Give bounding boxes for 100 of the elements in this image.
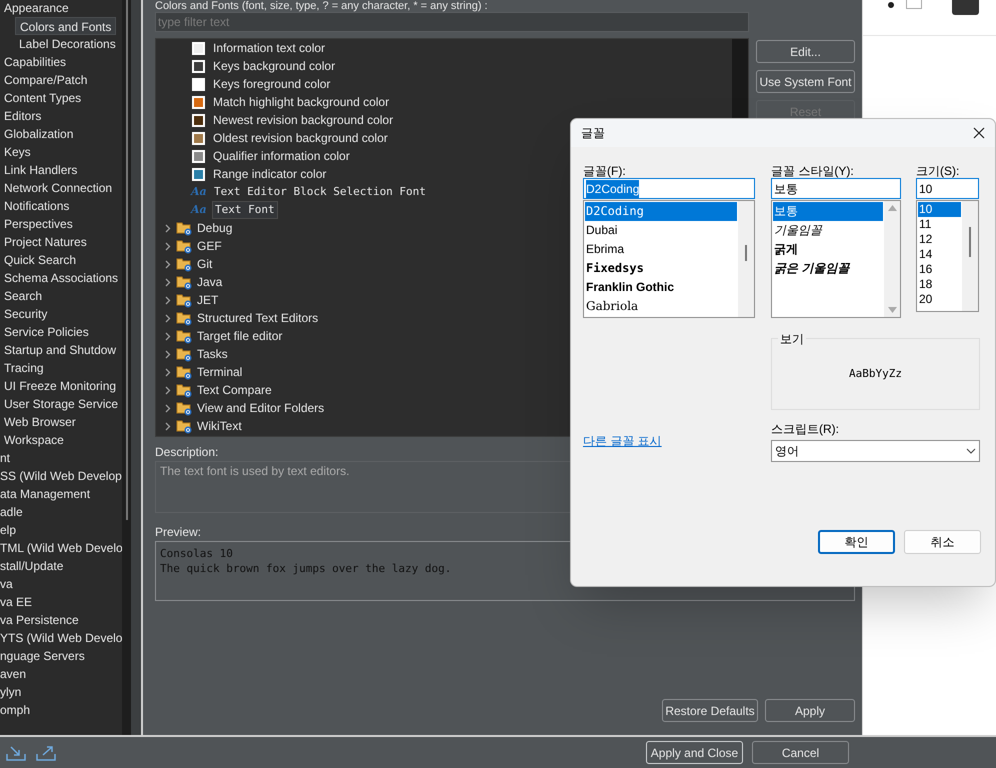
sidebar-item[interactable]: Keys — [0, 143, 122, 161]
sidebar-item[interactable]: Globalization — [0, 125, 122, 143]
list-item[interactable]: D2Coding — [585, 202, 737, 221]
close-icon[interactable] — [973, 127, 985, 139]
filter-field[interactable]: type filter text — [155, 12, 749, 32]
chevron-icon[interactable] — [165, 386, 171, 394]
sidebar-item[interactable]: nguage Servers — [0, 647, 122, 665]
list-item[interactable]: 12 — [918, 232, 961, 247]
sidebar-item[interactable]: ylyn — [0, 683, 122, 701]
tree-item[interactable]: Text Editor Block Selection Font — [212, 184, 428, 200]
size-field[interactable]: 10 — [916, 178, 979, 199]
button[interactable]: Apply and Close — [646, 741, 743, 764]
sidebar-item[interactable]: Search — [0, 287, 122, 305]
button[interactable]: Apply — [765, 699, 855, 722]
tree-item[interactable]: Keys background color — [212, 57, 336, 75]
list-item[interactable]: 보통 — [773, 202, 883, 221]
list-item[interactable]: Gabriola — [585, 297, 737, 316]
button[interactable]: Use System Font — [756, 70, 855, 93]
font-field[interactable]: D2Coding — [583, 178, 755, 199]
tree-item[interactable]: Information text color — [212, 39, 326, 57]
sidebar-item[interactable]: Project Natures — [0, 233, 122, 251]
chevron-icon[interactable] — [165, 368, 171, 376]
list-item[interactable]: 16 — [918, 262, 961, 277]
list-item[interactable]: 20 — [918, 292, 961, 307]
sidebar-item[interactable]: stall/Update — [0, 557, 122, 575]
script-select[interactable]: 영어 — [771, 440, 980, 462]
list-item[interactable]: Ebrima — [585, 240, 737, 259]
sidebar-item[interactable]: elp — [0, 521, 122, 539]
list-item[interactable]: 굵은 기울임꼴 — [773, 259, 883, 278]
sidebar-item[interactable]: Perspectives — [0, 215, 122, 233]
tree-item[interactable]: Keys foreground color — [212, 75, 332, 93]
sidebar-item[interactable]: omph — [0, 701, 122, 719]
sidebar-item[interactable]: Appearance — [0, 0, 122, 17]
sash[interactable] — [131, 0, 143, 735]
tree-item[interactable]: Structured Text Editors — [196, 309, 320, 327]
chevron-icon[interactable] — [165, 350, 171, 358]
sidebar-item[interactable]: va Persistence — [0, 611, 122, 629]
sidebar-item[interactable]: TML (Wild Web Develo — [0, 539, 122, 557]
sidebar-item[interactable]: Workspace — [0, 431, 122, 449]
sidebar-item[interactable]: UI Freeze Monitoring — [0, 377, 122, 395]
chevron-icon[interactable] — [165, 422, 171, 430]
scrollbar[interactable] — [126, 0, 128, 520]
tree-item[interactable]: Git — [196, 255, 214, 273]
button[interactable]: Cancel — [752, 741, 849, 764]
sidebar-item[interactable]: Label Decorations — [15, 35, 122, 53]
tree-item[interactable]: Target file editor — [196, 327, 284, 345]
sidebar-item[interactable]: Quick Search — [0, 251, 122, 269]
scrollbar[interactable] — [969, 227, 971, 257]
list-item[interactable]: Fixedsys — [585, 259, 737, 278]
sidebar-item[interactable]: Capabilities — [0, 53, 122, 71]
sidebar-item[interactable]: Network Connection — [0, 179, 122, 197]
chevron-icon[interactable] — [165, 224, 171, 232]
tree-item[interactable]: Debug — [196, 219, 234, 237]
tree-item[interactable]: JET — [196, 291, 220, 309]
sidebar-item[interactable]: nt — [0, 449, 122, 467]
chevron-icon[interactable] — [165, 332, 171, 340]
scrollbar[interactable] — [745, 245, 747, 261]
tree-item[interactable]: Text Compare — [196, 381, 273, 399]
sidebar-item[interactable]: adle — [0, 503, 122, 521]
chevron-icon[interactable] — [165, 260, 171, 268]
list-item[interactable]: 기울임꼴 — [773, 221, 883, 240]
sidebar-item[interactable]: Editors — [0, 107, 122, 125]
sidebar-item[interactable]: Compare/Patch — [0, 71, 122, 89]
chevron-icon[interactable] — [165, 242, 171, 250]
list-item[interactable]: 18 — [918, 277, 961, 292]
chevron-icon[interactable] — [165, 278, 171, 286]
sidebar-item[interactable]: aven — [0, 665, 122, 683]
tree-item[interactable]: WikiText — [196, 417, 243, 435]
button[interactable]: 취소 — [904, 530, 981, 554]
tree-item[interactable]: Range indicator color — [212, 165, 328, 183]
list-item[interactable]: 굵게 — [773, 240, 883, 259]
sidebar-item[interactable]: ata Management — [0, 485, 122, 503]
list-item[interactable]: Franklin Gothic — [585, 278, 737, 297]
list-item[interactable]: 11 — [918, 217, 961, 232]
sidebar-item[interactable]: YTS (Wild Web Develo — [0, 629, 122, 647]
export-icon[interactable] — [36, 744, 56, 760]
sidebar-item[interactable]: SS (Wild Web Develop — [0, 467, 122, 485]
sidebar-item[interactable]: Startup and Shutdow — [0, 341, 122, 359]
list-item[interactable]: Dubai — [585, 221, 737, 240]
sidebar-item[interactable]: Service Policies — [0, 323, 122, 341]
button[interactable]: Restore Defaults — [662, 699, 758, 722]
tree-item[interactable]: View and Editor Folders — [196, 399, 326, 417]
import-icon[interactable] — [6, 744, 26, 760]
sidebar-item[interactable]: Tracing — [0, 359, 122, 377]
sidebar-item[interactable]: Schema Associations — [0, 269, 122, 287]
more-fonts-link[interactable]: 다른 글꼴 표시 — [583, 432, 662, 450]
sidebar-item[interactable]: Link Handlers — [0, 161, 122, 179]
list-item[interactable]: 14 — [918, 247, 961, 262]
button[interactable]: Edit... — [756, 40, 855, 63]
sidebar-item[interactable]: Colors and Fonts — [15, 17, 116, 35]
tree-item[interactable]: Newest revision background color — [212, 111, 394, 129]
sidebar-item[interactable]: Content Types — [0, 89, 122, 107]
sidebar-item[interactable]: Notifications — [0, 197, 122, 215]
style-field[interactable]: 보통 — [771, 178, 901, 199]
tree-item[interactable]: Text Font — [212, 200, 278, 220]
button[interactable]: 확인 — [818, 530, 895, 554]
sidebar-item[interactable]: va — [0, 575, 122, 593]
tree-item[interactable]: Qualifier information color — [212, 147, 351, 165]
tree-item[interactable]: Terminal — [196, 363, 244, 381]
tree-item[interactable]: Match highlight background color — [212, 93, 390, 111]
